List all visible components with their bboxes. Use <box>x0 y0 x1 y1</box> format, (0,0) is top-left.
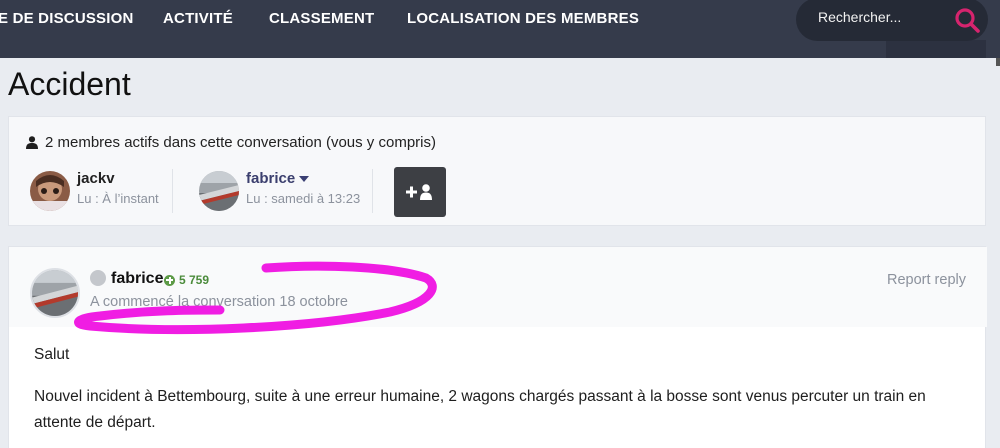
page-title: Accident <box>8 66 131 102</box>
participant-name[interactable]: jackv <box>77 170 115 187</box>
participant-read-status: Lu : samedi à 13:23 <box>246 191 361 206</box>
top-navigation-bar: E DE DISCUSSION ACTIVITÉ CLASSEMENT LOCA… <box>0 0 1000 58</box>
nav-tab-shadow <box>886 40 986 58</box>
post-body-paragraph: attente de départ. <box>34 414 156 431</box>
reputation-value: 5 759 <box>179 273 210 287</box>
participants-header-text: 2 membres actifs dans cette conversation… <box>45 134 436 151</box>
participant-read-status: Lu : À l’instant <box>77 191 159 206</box>
participant-fabrice[interactable]: fabrice Lu : samedi à 13:23 <box>199 167 369 217</box>
nav-item-discussion[interactable]: E DE DISCUSSION <box>0 10 134 27</box>
avatar[interactable] <box>199 171 239 211</box>
post-author-avatar[interactable] <box>30 268 80 318</box>
offline-status-icon <box>90 270 106 286</box>
post-started-date: A commencé la conversation 18 octobre <box>90 294 348 310</box>
nav-item-activity[interactable]: ACTIVITÉ <box>163 10 233 27</box>
post-body-paragraph: Salut <box>34 346 70 363</box>
post-author-name[interactable]: fabrice <box>111 270 163 288</box>
report-reply-link[interactable]: Report reply <box>887 272 966 288</box>
divider <box>372 169 373 213</box>
caret-down-icon[interactable] <box>299 176 310 183</box>
participants-header: 2 membres actifs dans cette conversation… <box>26 134 436 151</box>
divider <box>172 169 173 213</box>
plus-circle-icon <box>164 274 175 286</box>
post-body-paragraph: Nouvel incident à Bettembourg, suite à u… <box>34 388 926 405</box>
avatar[interactable] <box>30 171 70 211</box>
nav-item-leaderboard[interactable]: CLASSEMENT <box>269 10 374 27</box>
add-user-icon <box>406 184 432 200</box>
participants-panel: 2 membres actifs dans cette conversation… <box>8 116 986 226</box>
nav-item-member-map[interactable]: LOCALISATION DES MEMBRES <box>407 10 639 27</box>
user-icon <box>26 136 38 149</box>
add-participant-button[interactable] <box>394 167 446 217</box>
participant-jackv[interactable]: jackv Lu : À l’instant <box>30 167 170 217</box>
scrollbar[interactable] <box>996 58 1000 66</box>
search-icon[interactable] <box>952 5 982 35</box>
reputation-badge: 5 759 <box>164 273 209 287</box>
participant-name[interactable]: fabrice <box>246 170 310 187</box>
search-input[interactable] <box>818 9 948 25</box>
